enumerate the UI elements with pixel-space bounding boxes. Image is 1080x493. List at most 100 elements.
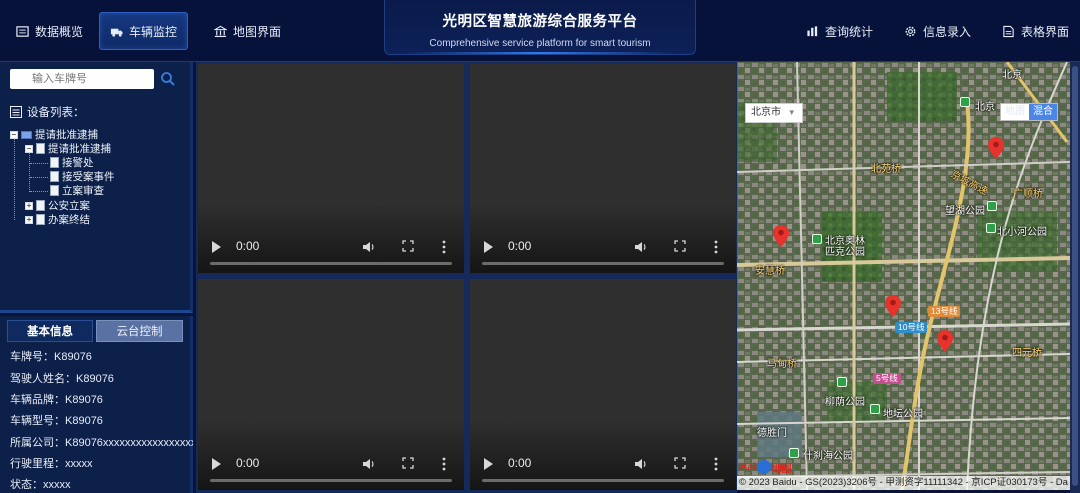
nav-data-overview[interactable]: 数据概览 <box>6 12 93 50</box>
video-player[interactable]: 0:00 <box>198 64 464 273</box>
info-brand: 车辆品牌：K89076 <box>10 394 103 406</box>
video-player[interactable]: 0:00 <box>470 64 736 273</box>
tree-node-child[interactable]: − 提请批准逮捕 <box>25 142 111 155</box>
map-label: 马甸桥 <box>767 359 797 370</box>
tree-guide <box>30 177 48 178</box>
info-mileage: 行驶里程：xxxxx <box>10 458 93 470</box>
fullscreen-icon[interactable] <box>674 457 686 469</box>
city-select-value: 北京市 <box>751 107 781 118</box>
nav-query-stats[interactable]: 查询统计 <box>796 12 883 50</box>
map-type-hybrid[interactable]: 混合 <box>1029 104 1057 120</box>
location-pin-icon[interactable] <box>937 330 953 352</box>
nav-table-view[interactable]: 表格界面 <box>992 12 1079 50</box>
info-driver: 驾驶人姓名：K89076 <box>10 373 114 385</box>
collapse-icon[interactable]: − <box>10 130 18 139</box>
play-icon[interactable] <box>212 458 221 470</box>
nav-map-view[interactable]: 地图界面 <box>204 12 291 50</box>
tree-node-sibling[interactable]: + 公安立案 <box>25 199 90 212</box>
tree-node-root[interactable]: − 提请批准逮捕 <box>10 128 98 141</box>
volume-icon[interactable] <box>362 457 376 471</box>
vehicle-info-panel: 基本信息 云台控制 车牌号：K89076 驾驶人姓名：K89076 车辆品牌：K… <box>0 316 193 493</box>
tree-node-label: 公安立案 <box>48 200 90 212</box>
volume-icon[interactable] <box>362 240 376 254</box>
nav-info-entry[interactable]: 信息录入 <box>894 12 981 50</box>
tab-ptz-control[interactable]: 云台控制 <box>96 320 183 342</box>
nav-label: 车辆监控 <box>129 24 178 39</box>
fullscreen-icon[interactable] <box>674 240 686 252</box>
map-type-switch[interactable]: 地图 混合 <box>1000 103 1058 121</box>
video-progress-bar[interactable] <box>210 479 452 482</box>
location-pin-icon[interactable] <box>773 225 789 247</box>
tree-guide <box>30 163 48 164</box>
expand-icon[interactable]: + <box>25 215 33 224</box>
file-icon <box>36 214 45 225</box>
more-options-icon[interactable] <box>442 240 446 254</box>
location-pin-icon[interactable] <box>885 295 901 317</box>
map-view[interactable]: 北京市 ▼ 地图 混合 北京 北京 北苑桥 京城高速 广顺桥 望湖公园 北小河公… <box>737 62 1070 490</box>
plate-search-input[interactable] <box>10 69 154 89</box>
file-icon <box>50 171 59 182</box>
tree-node-sibling[interactable]: + 办案终结 <box>25 213 90 226</box>
video-player[interactable]: 0:00 <box>470 279 736 490</box>
baidu-logo: Bai 地图 <box>740 459 792 475</box>
expand-icon[interactable]: + <box>25 201 33 210</box>
map-type-map[interactable]: 地图 <box>1001 104 1029 120</box>
tree-leaf[interactable]: 立案审查 <box>50 184 104 197</box>
chevron-down-icon: ▼ <box>787 108 796 117</box>
park-icon <box>812 234 822 244</box>
city-select[interactable]: 北京市 ▼ <box>745 103 803 123</box>
map-label: 什刹海公园 <box>803 451 853 462</box>
park-icon <box>960 97 970 107</box>
file-icon <box>36 143 45 154</box>
more-options-icon[interactable] <box>714 240 718 254</box>
bar-chart-icon <box>807 25 818 36</box>
video-progress-bar[interactable] <box>210 262 452 265</box>
map-scrollbar[interactable] <box>1070 62 1080 493</box>
tab-basic-info[interactable]: 基本信息 <box>7 320 93 342</box>
tree-node-label: 接警处 <box>62 157 94 169</box>
tree-node-label: 立案审查 <box>62 185 104 197</box>
more-options-icon[interactable] <box>442 457 446 471</box>
tree-leaf[interactable]: 接警处 <box>50 156 94 169</box>
video-controls: 0:00 <box>198 229 464 273</box>
device-panel: 设备列表： − 提请批准逮捕 − 提请批准逮捕 接警处 接受案事件 立案审查 <box>0 62 193 313</box>
location-pin-icon[interactable] <box>988 137 1004 159</box>
file-icon <box>36 200 45 211</box>
document-icon <box>1003 25 1014 37</box>
tree-node-label: 提请批准逮捕 <box>48 143 111 155</box>
park-icon <box>987 201 997 211</box>
video-time: 0:00 <box>236 456 260 470</box>
video-player[interactable]: 0:00 <box>198 279 464 490</box>
video-progress-bar[interactable] <box>482 479 724 482</box>
device-list-heading: 设备列表： <box>10 104 85 120</box>
video-time: 0:00 <box>508 456 532 470</box>
video-progress-bar[interactable] <box>482 262 724 265</box>
park-icon <box>870 404 880 414</box>
map-label: 四元桥 <box>1012 348 1042 359</box>
nav-label: 地图界面 <box>233 24 282 39</box>
fullscreen-icon[interactable] <box>402 240 414 252</box>
map-label: 北京 <box>1002 70 1022 81</box>
search-icon[interactable] <box>160 71 176 87</box>
map-label: 北苑桥 <box>871 164 901 175</box>
video-time: 0:00 <box>508 239 532 253</box>
volume-icon[interactable] <box>634 240 648 254</box>
collapse-icon[interactable]: − <box>25 144 33 153</box>
volume-icon[interactable] <box>634 457 648 471</box>
metro-badge: 13号线 <box>928 306 961 317</box>
more-options-icon[interactable] <box>714 457 718 471</box>
play-icon[interactable] <box>212 241 221 253</box>
tree-guide <box>29 152 30 192</box>
map-label: 柳荫公园 <box>825 397 865 408</box>
fullscreen-icon[interactable] <box>402 457 414 469</box>
play-icon[interactable] <box>484 241 493 253</box>
info-model: 车辆型号：K89076 <box>10 415 103 427</box>
title-glow-line <box>404 52 676 54</box>
info-plate: 车牌号：K89076 <box>10 351 92 363</box>
top-header: 数据概览 车辆监控 地图界面 光明区智慧旅游综合服务平台 Comprehensi… <box>0 0 1080 62</box>
truck-icon <box>110 28 123 37</box>
play-icon[interactable] <box>484 458 493 470</box>
tree-leaf[interactable]: 接受案事件 <box>50 170 115 183</box>
scrollbar-thumb[interactable] <box>1072 66 1078 486</box>
nav-vehicle-monitor[interactable]: 车辆监控 <box>99 12 189 50</box>
